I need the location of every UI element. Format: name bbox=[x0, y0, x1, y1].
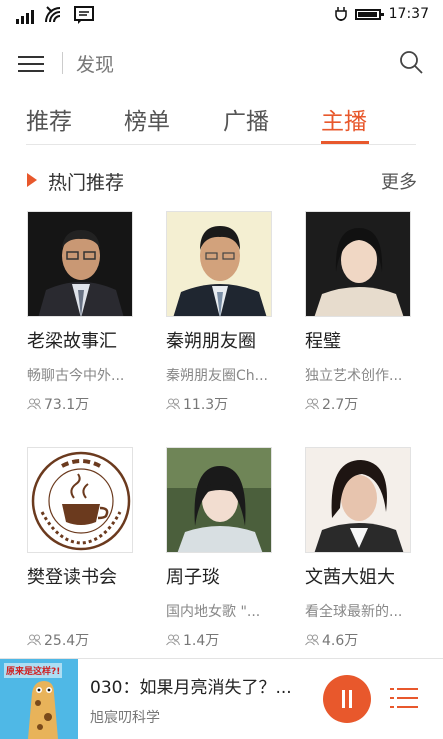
active-tab-indicator bbox=[321, 141, 369, 144]
anchor-name: 秦朔朋友圈 bbox=[166, 331, 256, 352]
anchor-card[interactable]: 周子琰 国内地女歌 "... 1.4万 bbox=[166, 447, 286, 657]
signal-icon bbox=[16, 8, 34, 24]
status-time: 17:37 bbox=[388, 6, 429, 22]
title-divider bbox=[62, 52, 63, 74]
status-bar: 17:37 bbox=[0, 0, 443, 30]
menu-icon[interactable] bbox=[18, 54, 44, 74]
play-triangle-icon bbox=[27, 173, 37, 187]
fans-count: 11.3万 bbox=[166, 394, 228, 414]
message-icon bbox=[74, 6, 94, 24]
episode-cover[interactable]: 原来是这样?! bbox=[0, 659, 78, 739]
anchor-photo bbox=[305, 211, 411, 317]
people-icon bbox=[305, 398, 319, 410]
anchor-photo bbox=[166, 447, 272, 553]
people-icon bbox=[27, 398, 41, 410]
section-header: 热门推荐 更多 bbox=[0, 160, 443, 200]
anchor-name: 文茜大姐大 bbox=[305, 567, 395, 588]
battery-icon bbox=[354, 8, 384, 20]
fans-count: 4.6万 bbox=[305, 630, 358, 650]
category-tabs: 推荐 榜单 广播 主播 bbox=[0, 96, 443, 146]
fans-count: 2.7万 bbox=[305, 394, 358, 414]
fans-count: 1.4万 bbox=[166, 630, 219, 650]
anchor-desc: 秦朔朋友圈Ch... bbox=[166, 368, 268, 384]
anchor-desc: 畅聊古今中外... bbox=[27, 368, 125, 384]
mini-player: 原来是这样?! 030：如果月亮消失了？... 旭宸叨科学 bbox=[0, 658, 443, 739]
fans-value: 1.4万 bbox=[183, 633, 220, 649]
anchor-desc: 国内地女歌 "... bbox=[166, 604, 261, 620]
charging-icon bbox=[334, 7, 347, 21]
fans-count: 73.1万 bbox=[27, 394, 89, 414]
cover-text: 原来是这样?! bbox=[4, 663, 63, 678]
section-title: 热门推荐 bbox=[48, 172, 125, 194]
people-icon bbox=[27, 634, 41, 646]
anchor-name: 周子琰 bbox=[166, 567, 220, 588]
fans-value: 73.1万 bbox=[44, 397, 90, 413]
tabs-divider bbox=[26, 144, 416, 145]
tab-radio[interactable]: 广播 bbox=[223, 102, 269, 136]
anchor-desc: 独立艺术创作... bbox=[305, 368, 403, 384]
anchor-card[interactable]: 文茜大姐大 看全球最新的... 4.6万 bbox=[305, 447, 425, 657]
people-icon bbox=[166, 634, 180, 646]
people-icon bbox=[305, 634, 319, 646]
anchor-card[interactable]: 秦朔朋友圈 秦朔朋友圈Ch... 11.3万 bbox=[166, 211, 286, 421]
page-title: 发现 bbox=[76, 54, 115, 76]
fans-value: 25.4万 bbox=[44, 633, 90, 649]
anchor-card[interactable]: 老梁故事汇 畅聊古今中外... 73.1万 bbox=[27, 211, 147, 421]
fans-count: 25.4万 bbox=[27, 630, 89, 650]
anchor-card[interactable]: 程璧 独立艺术创作... 2.7万 bbox=[305, 211, 425, 421]
anchor-photo bbox=[166, 211, 272, 317]
anchor-card[interactable]: 樊登读书会 25.4万 bbox=[27, 447, 147, 657]
people-icon bbox=[166, 398, 180, 410]
anchor-name: 樊登读书会 bbox=[27, 567, 117, 588]
tab-recommend[interactable]: 推荐 bbox=[26, 102, 72, 136]
anchor-name: 老梁故事汇 bbox=[27, 331, 117, 352]
club-logo bbox=[28, 448, 132, 552]
anchor-photo bbox=[27, 211, 133, 317]
episode-title[interactable]: 030：如果月亮消失了？... bbox=[90, 673, 292, 698]
wifi-icon bbox=[45, 6, 61, 23]
tab-rankings[interactable]: 榜单 bbox=[124, 102, 170, 136]
playlist-icon[interactable] bbox=[390, 687, 418, 709]
more-link[interactable]: 更多 bbox=[381, 168, 417, 194]
tab-anchors[interactable]: 主播 bbox=[321, 102, 367, 136]
anchor-desc: 看全球最新的... bbox=[305, 604, 403, 620]
anchor-photo bbox=[305, 447, 411, 553]
anchor-name: 程璧 bbox=[305, 331, 341, 352]
search-icon[interactable] bbox=[399, 50, 423, 74]
anchor-photo bbox=[27, 447, 133, 553]
pause-button[interactable] bbox=[323, 675, 371, 723]
fans-value: 2.7万 bbox=[322, 397, 359, 413]
fans-value: 4.6万 bbox=[322, 633, 359, 649]
top-bar: 发现 bbox=[0, 36, 443, 92]
episode-author: 旭宸叨科学 bbox=[90, 710, 160, 726]
fans-value: 11.3万 bbox=[183, 397, 229, 413]
